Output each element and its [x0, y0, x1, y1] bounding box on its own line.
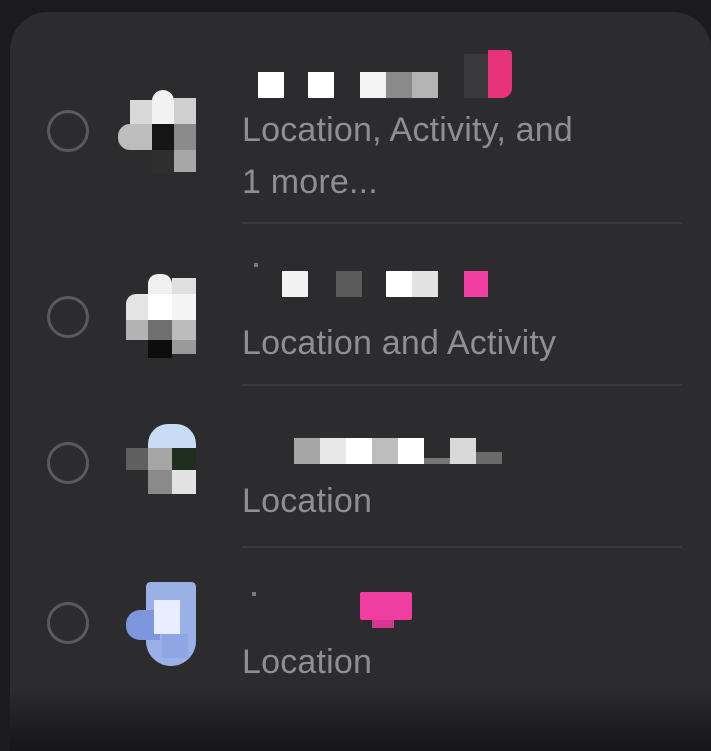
app-row[interactable]: Location [10, 386, 711, 546]
app-name-redacted [242, 592, 522, 628]
app-name-redacted [242, 263, 522, 301]
app-icon [118, 274, 196, 358]
app-row[interactable]: Location, Activity, and 1 more... [10, 42, 711, 222]
app-name-redacted [242, 50, 522, 102]
radio-button[interactable] [47, 110, 89, 152]
app-icon [118, 90, 196, 174]
app-row[interactable]: Location and Activity [10, 224, 711, 384]
permissions-sheet: Location, Activity, and 1 more... Locati… [10, 12, 711, 751]
radio-button[interactable] [47, 296, 89, 338]
permissions-text-more: 1 more... [242, 163, 378, 201]
permissions-text: Location, Activity, and [242, 111, 573, 149]
bottom-edge-fade [10, 687, 711, 751]
app-icon [118, 582, 196, 666]
permissions-text: Location and Activity [242, 324, 557, 362]
radio-button[interactable] [47, 442, 89, 484]
app-row[interactable]: Location [10, 548, 711, 698]
app-icon [118, 424, 196, 508]
app-name-redacted [242, 438, 522, 468]
permissions-text: Location [242, 482, 373, 520]
permissions-text: Location [242, 643, 373, 681]
radio-button[interactable] [47, 602, 89, 644]
